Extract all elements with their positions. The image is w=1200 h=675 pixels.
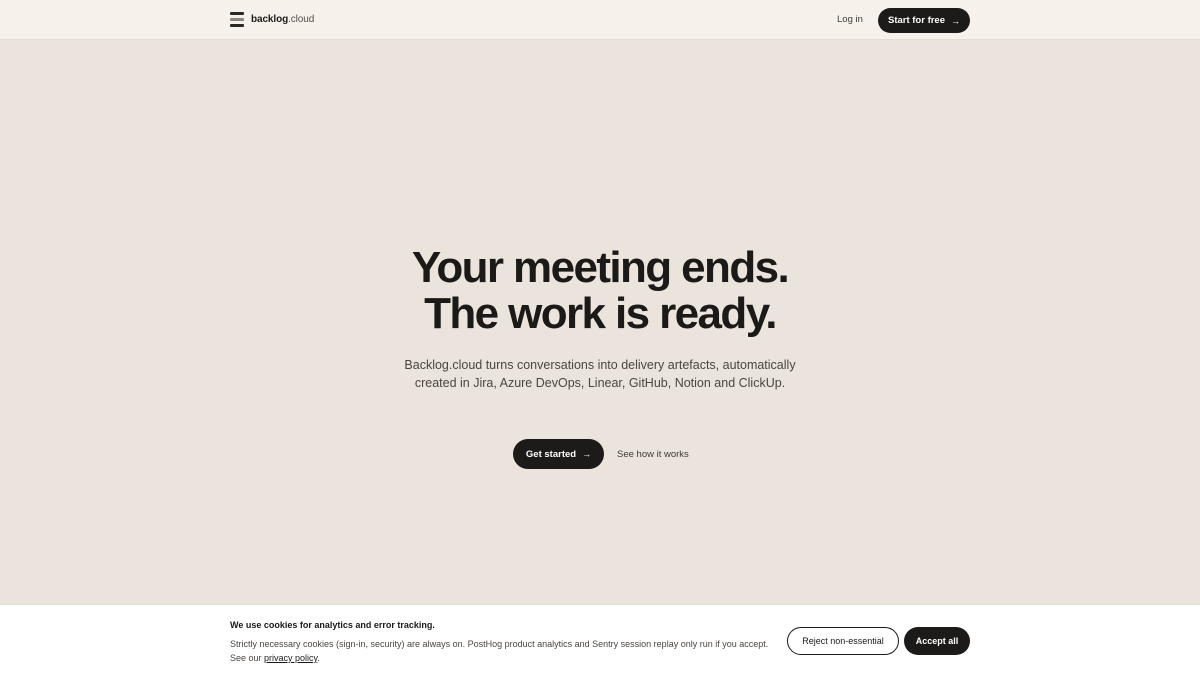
see-how-it-works-link[interactable]: See how it works: [617, 449, 689, 460]
stack-icon: [230, 12, 244, 27]
accept-all-button[interactable]: Accept all: [904, 627, 970, 655]
brand-name-domain: .cloud: [288, 14, 315, 25]
hero-actions: Get started → See how it works: [513, 439, 689, 469]
brand-logo[interactable]: backlog.cloud: [230, 12, 314, 27]
hero-headline: Your meeting ends. The work is ready.: [0, 245, 1200, 337]
login-link[interactable]: Log in: [837, 14, 863, 25]
get-started-label: Get started: [525, 448, 577, 460]
cookie-description-end: .: [317, 653, 320, 663]
arrow-right-icon: →: [951, 15, 960, 26]
cookie-banner: We use cookies for analytics and error t…: [0, 604, 1200, 675]
cookie-description: Strictly necessary cookies (sign-in, sec…: [230, 637, 780, 665]
brand-name-bold: backlog: [251, 14, 289, 25]
brand-name: backlog.cloud: [251, 14, 314, 25]
hero-subtitle: Backlog.cloud turns conversations into d…: [404, 358, 796, 390]
start-for-free-button[interactable]: Start for free →: [878, 8, 970, 33]
headline-line-2: The work is ready.: [424, 289, 777, 338]
hero-section: Your meeting ends. The work is ready. Ba…: [0, 40, 1200, 604]
get-started-button[interactable]: Get started →: [513, 439, 604, 469]
headline-line-1: Your meeting ends.: [411, 243, 790, 292]
start-for-free-label: Start for free: [887, 15, 945, 26]
top-nav: backlog.cloud Log in Start for free →: [0, 0, 1200, 40]
privacy-policy-link[interactable]: privacy policy: [264, 653, 317, 663]
arrow-right-icon: →: [582, 449, 592, 459]
cookie-title: We use cookies for analytics and error t…: [230, 620, 435, 630]
reject-non-essential-button[interactable]: Reject non-essential: [787, 627, 899, 655]
